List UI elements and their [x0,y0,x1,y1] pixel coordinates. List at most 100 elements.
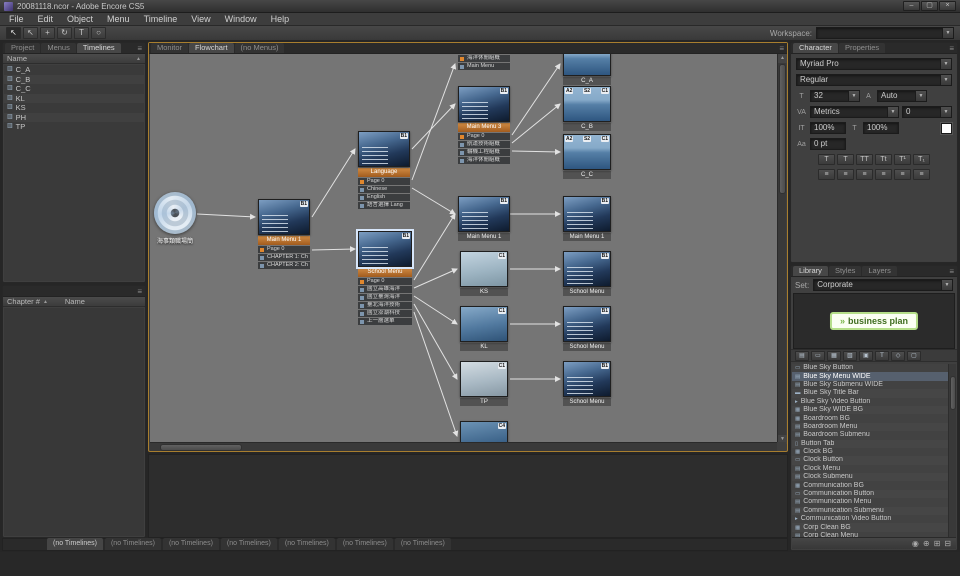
align-bottom-icon[interactable]: ≡ [913,169,930,180]
place-item-button[interactable]: ⊕ [923,539,930,549]
node-row[interactable]: 國立澎湖科技 [358,310,412,317]
menu-timeline[interactable]: Timeline [137,13,185,25]
chevron-down-icon[interactable]: ▼ [940,107,951,117]
flowchart-node-timeline-c-a[interactable]: C_A [563,54,611,85]
new-item-button[interactable]: ⊞ [934,539,941,549]
panel-menu-icon[interactable]: ≡ [137,44,142,54]
align-center-icon[interactable]: ≡ [837,169,854,180]
move-tool[interactable]: + [40,27,55,39]
chapter-column-header[interactable]: Chapter # ▲ Name [3,297,145,307]
node-row[interactable]: Page 0 [358,178,410,185]
panel-menu-icon[interactable]: ≡ [949,267,954,277]
library-item[interactable]: ▸Blue Sky Video Button [792,398,948,406]
library-item[interactable]: ▤Boardroom Submenu [792,431,948,439]
node-row[interactable]: Chinese [358,186,410,193]
flowchart-node-school-menu-alias-1[interactable]: B1School Menu [563,251,611,296]
font-size-select[interactable]: 32 ▼ [810,90,860,102]
node-row[interactable]: 航運技術組概 [458,141,510,148]
library-item[interactable]: ▤Clock Submenu [792,473,948,481]
text-tool[interactable]: T [74,27,89,39]
tab-library[interactable]: Library [793,266,828,276]
flowchart-node-timeline-tp[interactable]: C1TP [460,361,508,406]
rotate-tool[interactable]: ↻ [57,27,72,39]
library-item[interactable]: ▤Blue Sky Submenu WIDE [792,381,948,389]
panel-menu-icon[interactable]: ≡ [137,287,142,297]
library-item[interactable]: ▦Blue Sky WIDE BG [792,406,948,414]
flowchart-node-timeline-c-c[interactable]: A2S2C1C_C [563,134,611,179]
tab-properties[interactable]: Properties [839,43,885,53]
filter-images-icon[interactable]: ▦ [827,351,841,361]
vertical-scale-field[interactable]: 100% [810,122,846,134]
filter-backgrounds-icon[interactable]: ▧ [843,351,857,361]
tab-monitor[interactable]: Monitor [151,43,188,53]
kerning-select[interactable]: Metrics ▼ [810,106,899,118]
library-item[interactable]: ▦Boardroom BG [792,414,948,422]
preview-item-button[interactable]: ◉ [912,539,919,549]
close-button[interactable]: × [939,1,956,11]
node-row[interactable]: Page 0 [358,278,412,285]
node-row[interactable]: Page 0 [258,246,310,253]
font-family-select[interactable]: Myriad Pro ▼ [796,58,952,70]
tab-timelines[interactable]: Timelines [77,43,121,53]
tab-no-menus[interactable]: (no Menus) [235,43,285,53]
chevron-down-icon[interactable]: ▼ [915,91,926,101]
library-item[interactable]: ▤Communication Menu [792,498,948,506]
node-row[interactable]: 國立臺灣海洋 [358,294,412,301]
faux-style-button[interactable]: T [818,154,835,165]
flowchart-node-timeline-c-b[interactable]: A2S2C1C_B [563,86,611,131]
filter-replacement-icon[interactable]: ▢ [907,351,921,361]
vertical-scrollbar[interactable]: ▲ ▼ [777,54,786,444]
node-row[interactable]: 國立高雄海洋 [358,286,412,293]
flowchart-node-main-menu-1-alias-right[interactable]: B1Main Menu 1 [563,196,611,241]
filter-buttons-icon[interactable]: ▭ [811,351,825,361]
library-item[interactable]: ▯Button Tab [792,440,948,448]
flowchart-node-language[interactable]: B1LanguagePage 0ChineseEnglish語言選擇 Lang [358,131,410,209]
timeline-list-item[interactable]: ▥C_A [4,65,144,75]
flowchart-node-timeline-kl[interactable]: C1KL [460,306,508,351]
vertical-scroll-thumb[interactable] [779,64,786,194]
tab-layers[interactable]: Layers [862,266,897,276]
align-middle-icon[interactable]: ≡ [894,169,911,180]
filter-vector-icon[interactable]: ◇ [891,351,905,361]
library-item[interactable]: ▦Clock BG [792,448,948,456]
menu-window[interactable]: Window [218,13,264,25]
node-row[interactable]: Main Menu [458,63,510,70]
flowchart-node-main-menu-1-alias-center[interactable]: B1Main Menu 1 [458,196,510,241]
library-item[interactable]: ▤Communication Submenu [792,507,948,515]
tab-no-timelines[interactable]: (no Timelines) [105,538,161,550]
flowchart-node-partial-menu-top[interactable]: 海洋休閒組概Main Menu [458,54,510,70]
flowchart-node-main-menu-1[interactable]: B1Main Menu 1Page 0CHAPTER 1: ChCHAPTER … [258,199,310,269]
menu-menu[interactable]: Menu [100,13,137,25]
library-item[interactable]: ▭Clock Button [792,456,948,464]
flowchart-node-school-menu-alias-2[interactable]: B1School Menu [563,306,611,351]
library-item[interactable]: ▦Corp Clean BG [792,523,948,531]
node-row[interactable]: English [358,194,410,201]
selection-tool[interactable]: ↖ [6,27,21,39]
tab-no-timelines[interactable]: (no Timelines) [221,538,277,550]
timeline-list-item[interactable]: ▥KL [4,94,144,104]
zoom-tool[interactable]: ○ [91,27,106,39]
tab-no-timelines[interactable]: (no Timelines) [279,538,335,550]
tab-no-timelines[interactable]: (no Timelines) [47,538,103,550]
flowchart-canvas[interactable]: 海事類職場簡 B1Main Menu 1Page 0CHAPTER 1: ChC… [150,54,779,444]
faux-style-button[interactable]: TT [856,154,873,165]
filter-text-icon[interactable]: T [875,351,889,361]
titlebar[interactable]: 20081118.ncor - Adobe Encore CS5 – ▢ × [0,0,960,13]
menu-edit[interactable]: Edit [31,13,61,25]
faux-style-button[interactable]: T [837,154,854,165]
minimize-button[interactable]: – [903,1,920,11]
library-item[interactable]: ▤Boardroom Menu [792,423,948,431]
faux-style-button[interactable]: Tt [875,154,892,165]
tab-styles[interactable]: Styles [829,266,861,276]
font-style-select[interactable]: Regular ▼ [796,74,952,86]
flowchart-node-school-menu-alias-3[interactable]: B1School Menu [563,361,611,406]
library-item[interactable]: ▭Communication Button [792,490,948,498]
horizontal-scale-field[interactable]: 100% [863,122,899,134]
delete-item-button[interactable]: ⊟ [944,539,951,549]
tracking-select[interactable]: 0 ▼ [902,106,952,118]
horizontal-scrollbar[interactable] [150,442,779,451]
chevron-down-icon[interactable]: ▼ [940,59,951,69]
tab-character[interactable]: Character [793,43,838,53]
tab-no-timelines[interactable]: (no Timelines) [395,538,451,550]
name-column-header[interactable]: Name ▲ [3,54,145,64]
